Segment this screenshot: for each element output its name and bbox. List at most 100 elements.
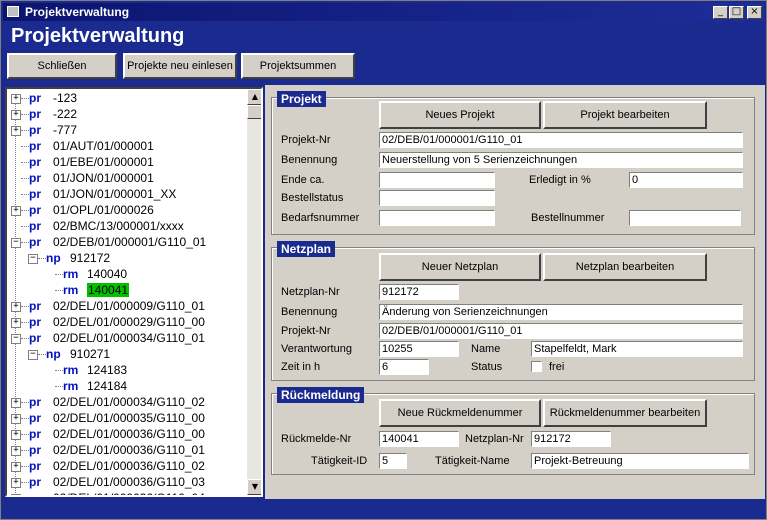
node-type-label: rm: [63, 363, 79, 377]
confirmation-np-field[interactable]: 912172: [531, 431, 611, 447]
node-label[interactable]: 02/DEL/01/000036/G110_01: [53, 443, 205, 457]
scroll-up-icon[interactable]: ▲: [247, 89, 261, 105]
node-label[interactable]: -222: [53, 107, 77, 121]
edit-network-plan-button[interactable]: Netzplan bearbeiten: [543, 253, 707, 281]
node-label[interactable]: 02/DEL/01/000034/G110_02: [53, 395, 205, 409]
expand-icon[interactable]: +: [11, 462, 21, 472]
node-label[interactable]: 01/AUT/01/000001: [53, 139, 154, 153]
network-project-nr-field[interactable]: 02/DEB/01/000001/G110_01: [379, 323, 743, 339]
confirmation-nr-label: Rückmelde-Nr: [281, 433, 352, 445]
activity-name-label: Tätigkeit-Name: [435, 455, 510, 467]
order-status-label: Bestellstatus: [281, 192, 344, 204]
node-label[interactable]: 912172: [70, 251, 110, 265]
demand-number-field[interactable]: [379, 210, 495, 226]
close-button[interactable]: Schließen: [7, 53, 117, 79]
expand-icon[interactable]: +: [11, 414, 21, 424]
node-label[interactable]: 02/DEL/01/000036/G110_03: [53, 475, 205, 489]
expand-icon[interactable]: +: [11, 446, 21, 456]
demand-number-label: Bedarfsnummer: [281, 212, 360, 224]
order-status-field[interactable]: [379, 190, 495, 206]
project-sums-button[interactable]: Projektsummen: [241, 53, 355, 79]
done-percent-field[interactable]: 0: [629, 172, 743, 188]
expand-icon[interactable]: +: [11, 494, 21, 495]
status-label: Status: [471, 361, 503, 373]
node-label[interactable]: 02/DEL/01/000036/G110_00: [53, 427, 205, 441]
new-network-plan-button[interactable]: Neuer Netzplan: [379, 253, 541, 281]
title-bar: Projektverwaltung _ □ ×: [3, 3, 764, 21]
free-checkbox-label: frei: [549, 361, 565, 373]
node-label[interactable]: 02/DEL/01/000009/G110_01: [53, 299, 205, 313]
node-label[interactable]: 02/BMC/13/000001/xxxx: [53, 219, 184, 233]
page-title: Projektverwaltung: [11, 25, 185, 47]
expand-icon[interactable]: +: [11, 398, 21, 408]
network-plan-nr-field[interactable]: 912172: [379, 284, 459, 300]
expand-icon[interactable]: +: [11, 206, 21, 216]
time-hours-field[interactable]: 6: [379, 359, 429, 375]
done-percent-label: Erledigt in %: [529, 174, 591, 186]
close-window-button[interactable]: ×: [747, 6, 762, 19]
app-window: Projektverwaltung _ □ × Projektverwaltun…: [0, 0, 767, 520]
expand-icon[interactable]: +: [11, 430, 21, 440]
free-checkbox[interactable]: [531, 361, 542, 372]
node-label[interactable]: -777: [53, 123, 77, 137]
scroll-thumb[interactable]: [247, 105, 261, 119]
node-label[interactable]: 02/DEL/01/000035/G110_00: [53, 411, 205, 425]
node-type-label: pr: [29, 139, 41, 153]
node-label[interactable]: 01/JON/01/000001: [53, 171, 154, 185]
person-name-field[interactable]: Stapelfeldt, Mark: [531, 341, 743, 357]
node-type-label: rm: [63, 267, 79, 281]
node-type-label: pr: [29, 235, 41, 249]
edit-confirmation-button[interactable]: Rückmeldenummer bearbeiten: [543, 399, 707, 427]
order-number-label: Bestellnummer: [531, 212, 605, 224]
node-label[interactable]: 01/OPL/01/000026: [53, 203, 154, 217]
node-type-label: pr: [29, 331, 41, 345]
end-date-field[interactable]: [379, 172, 495, 188]
tree-scrollbar[interactable]: ▲ ▼: [247, 89, 261, 495]
expand-icon[interactable]: +: [11, 478, 21, 488]
scroll-down-icon[interactable]: ▼: [247, 479, 261, 495]
collapse-icon[interactable]: −: [11, 334, 21, 344]
network-plan-nr-label: Netzplan-Nr: [281, 286, 340, 298]
edit-project-button[interactable]: Projekt bearbeiten: [543, 101, 707, 129]
new-confirmation-button[interactable]: Neue Rückmeldenummer: [379, 399, 541, 427]
node-label[interactable]: 02/DEL/01/000036/G110_04: [53, 491, 205, 495]
node-label[interactable]: 02/DEL/01/000036/G110_02: [53, 459, 205, 473]
project-nr-label: Projekt-Nr: [281, 134, 331, 146]
network-plan-name-field[interactable]: Änderung von Serienzeichnungen: [379, 304, 743, 320]
project-name-field[interactable]: Neuerstellung von 5 Serienzeichnungen: [379, 152, 743, 168]
node-label[interactable]: 124183: [87, 363, 127, 377]
maximize-button[interactable]: □: [729, 6, 744, 19]
expand-icon[interactable]: +: [11, 126, 21, 136]
order-number-field[interactable]: [629, 210, 741, 226]
detail-panel: Projekt Neues Projekt Projekt bearbeiten…: [265, 85, 765, 499]
node-label[interactable]: 02/DEB/01/000001/G110_01: [53, 235, 206, 249]
node-label[interactable]: 140040: [87, 267, 127, 281]
reload-projects-button[interactable]: Projekte neu einlesen: [123, 53, 237, 79]
minimize-button[interactable]: _: [713, 6, 728, 19]
node-label[interactable]: 02/DEL/01/000029/G110_00: [53, 315, 205, 329]
node-label[interactable]: 01/EBE/01/000001: [53, 155, 154, 169]
collapse-icon[interactable]: −: [28, 350, 38, 360]
project-nr-field[interactable]: 02/DEB/01/000001/G110_01: [379, 132, 743, 148]
expand-icon[interactable]: +: [11, 302, 21, 312]
node-type-label: np: [46, 347, 61, 361]
node-label[interactable]: 01/JON/01/000001_XX: [53, 187, 176, 201]
expand-icon[interactable]: +: [11, 110, 21, 120]
node-type-label: pr: [29, 315, 41, 329]
node-label[interactable]: 910271: [70, 347, 110, 361]
node-label[interactable]: -123: [53, 91, 77, 105]
activity-id-field[interactable]: 5: [379, 453, 407, 469]
expand-icon[interactable]: +: [11, 318, 21, 328]
node-label[interactable]: 124184: [87, 379, 127, 393]
new-project-button[interactable]: Neues Projekt: [379, 101, 541, 129]
expand-icon[interactable]: +: [11, 94, 21, 104]
node-label[interactable]: 140041: [87, 283, 130, 297]
collapse-icon[interactable]: −: [11, 238, 21, 248]
confirmation-nr-field[interactable]: 140041: [379, 431, 459, 447]
node-label[interactable]: 02/DEL/01/000034/G110_01: [53, 331, 205, 345]
node-type-label: rm: [63, 379, 79, 393]
collapse-icon[interactable]: −: [28, 254, 38, 264]
project-tree[interactable]: ▲ ▼ + pr -123 + pr -222 + pr -777 pr 01/AUT/01/000…: [5, 87, 263, 497]
responsibility-field[interactable]: 10255: [379, 341, 459, 357]
activity-name-field[interactable]: Projekt-Betreuung: [531, 453, 749, 469]
